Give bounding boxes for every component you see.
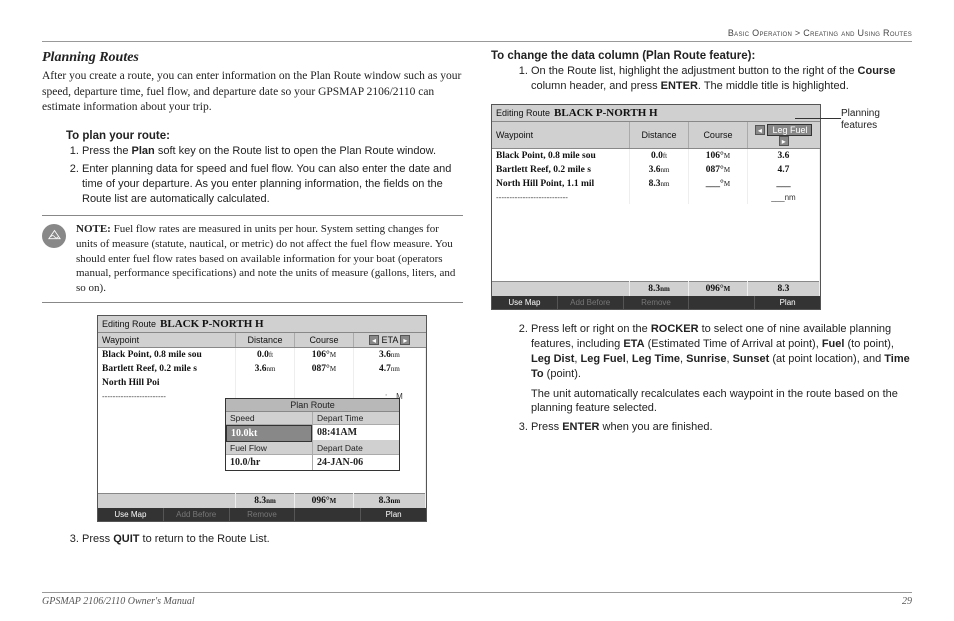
col-course: Course [688,122,747,149]
depart-date-label: Depart Date [313,442,399,455]
softkey-blank [295,508,361,521]
breadcrumb-page: Creating and Using Routes [803,28,912,38]
arrow-left-icon[interactable]: ◂ [755,125,765,135]
subhead-plan-route: To plan your route: [66,130,463,142]
left-column: Planning Routes After you create a route… [42,50,463,550]
subhead-data-column: To change the data column (Plan Route fe… [491,50,912,62]
softkey-use-map[interactable]: Use Map [492,296,558,309]
col-eta: ◂ ETA ▸ [353,333,425,348]
data-column-steps-cont: Press left or right on the ROCKER to sel… [531,322,912,435]
speed-label: Speed [226,412,312,425]
col-distance: Distance [630,122,689,149]
step-1: On the Route list, highlight the adjustm… [531,64,912,94]
speed-field[interactable]: 10.0kt [226,425,312,442]
right-column: To change the data column (Plan Route fe… [491,50,912,550]
col-planning-feature: ◂ Leg Fuel ▸ [747,122,819,149]
route-name: BLACK P-NORTH H [160,318,264,330]
popup-title: Plan Route [226,399,399,412]
softkey-use-map[interactable]: Use Map [98,508,164,521]
section-title: Planning Routes [42,50,463,66]
footer-title: GPSMAP 2106/2110 Owner's Manual [42,596,195,607]
leg-fuel-highlight[interactable]: Leg Fuel [767,124,812,136]
page-number: 29 [902,596,912,607]
breadcrumb-section: Basic Operation [728,28,792,38]
depart-date-field[interactable]: 24-JAN-06 [313,455,399,470]
step-1: Press the Plan soft key on the Route lis… [82,144,463,159]
gps-titlebar: Editing Route BLACK P-NORTH H [492,105,820,122]
route-name: BLACK P-NORTH H [554,107,658,119]
softkey-plan[interactable]: Plan [361,508,426,521]
dash-row: ---------------------------___nm [492,191,820,204]
page-footer: GPSMAP 2106/2110 Owner's Manual 29 [42,592,912,607]
softkey-add-before[interactable]: Add Before [558,296,624,309]
arrow-left-icon[interactable]: ◂ [369,335,379,345]
table-row: Bartlett Reef, 0.2 mile s 3.6nm 087°M 4.… [98,362,426,376]
totals-row: 8.3nm 096°M 8.3nm [98,493,426,508]
depart-time-field[interactable]: 08:41AM [313,425,399,440]
note-text: NOTE: Fuel flow rates are measured in un… [76,222,459,296]
note-box: NOTE: Fuel flow rates are measured in un… [42,215,463,303]
gps-window-2: Editing Route BLACK P-NORTH H Waypoint D… [491,104,821,311]
softkey-bar: Use Map Add Before Remove Plan [492,296,820,309]
table-row: Bartlett Reef, 0.2 mile s 3.6nm 087°M 4.… [492,163,820,177]
col-waypoint: Waypoint [98,333,236,348]
softkey-remove[interactable]: Remove [624,296,690,309]
step-3: Press ENTER when you are finished. [531,420,912,435]
gps-route-table: Waypoint Distance Course ◂ Leg Fuel ▸ Bl… [492,122,820,297]
step-2: Press left or right on the ROCKER to sel… [531,322,912,416]
table-row: North Hill Point, 1.1 mil 8.3nm ___°M __… [492,177,820,191]
softkey-blank [689,296,755,309]
arrow-right-icon[interactable]: ▸ [779,136,789,146]
col-waypoint: Waypoint [492,122,630,149]
plan-route-popup: Plan Route Speed 10.0kt Depart Time 08:4… [225,398,400,471]
gps-window-2-container: Editing Route BLACK P-NORTH H Waypoint D… [491,104,912,311]
depart-time-label: Depart Time [313,412,399,425]
table-row: Black Point, 0.8 mile sou 0.0ft 106°M 3.… [492,148,820,163]
plan-route-steps-cont: Press QUIT to return to the Route List. [82,532,463,547]
softkey-add-before[interactable]: Add Before [164,508,230,521]
totals-row: 8.3nm 096°M 8.3 [492,282,820,297]
arrow-right-icon[interactable]: ▸ [400,335,410,345]
table-row: North Hill Poi [98,376,426,390]
fuel-flow-field[interactable]: 10.0/hr [226,455,312,470]
fuel-flow-label: Fuel Flow [226,442,312,455]
gps-titlebar: Editing Route BLACK P-NORTH H [98,316,426,333]
data-column-steps: On the Route list, highlight the adjustm… [531,64,912,94]
step-2: Enter planning data for speed and fuel f… [82,162,463,207]
breadcrumb: Basic Operation > Creating and Using Rou… [42,28,912,42]
col-distance: Distance [236,333,295,348]
intro-text: After you create a route, you can enter … [42,69,463,116]
softkey-bar: Use Map Add Before Remove Plan [98,508,426,521]
col-course: Course [294,333,353,348]
softkey-plan[interactable]: Plan [755,296,820,309]
table-row: Black Point, 0.8 mile sou 0.0ft 106°M 3.… [98,348,426,363]
callout-line [795,118,841,119]
step-3: Press QUIT to return to the Route List. [82,532,463,547]
note-icon [42,224,66,248]
plan-route-steps: Press the Plan soft key on the Route lis… [82,144,463,207]
callout-planning-features: Planning features [841,108,912,132]
gps-window-1-container: Editing Route BLACK P-NORTH H Waypoint D… [97,315,463,522]
softkey-remove[interactable]: Remove [230,508,296,521]
